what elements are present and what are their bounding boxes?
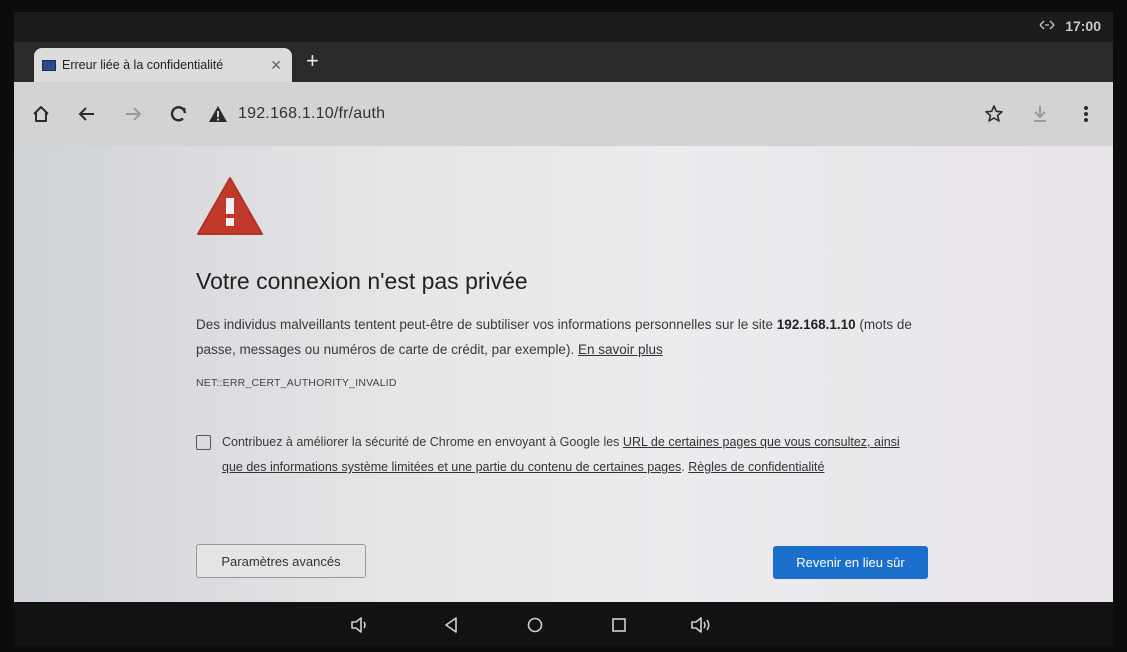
volume-down-icon[interactable] bbox=[348, 612, 374, 638]
volume-up-icon[interactable] bbox=[690, 612, 716, 638]
large-warning-icon bbox=[197, 177, 263, 235]
nav-back-icon[interactable] bbox=[438, 612, 464, 638]
back-arrow-icon[interactable] bbox=[64, 91, 110, 137]
advanced-button[interactable]: Paramètres avancés bbox=[196, 544, 366, 578]
error-code[interactable]: NET::ERR_CERT_AUTHORITY_INVALID bbox=[196, 377, 397, 389]
tab-title: Erreur liée à la confidentialité bbox=[62, 58, 224, 72]
device-frame: 17:00 Erreur liée à la confidentialité ✕… bbox=[0, 0, 1127, 652]
url-text[interactable]: 192.168.1.10/fr/auth bbox=[238, 105, 385, 123]
home-icon[interactable] bbox=[18, 91, 64, 137]
learn-more-link[interactable]: En savoir plus bbox=[578, 342, 663, 357]
system-navigation-bar bbox=[14, 602, 1113, 646]
page-favicon-icon bbox=[42, 59, 56, 71]
nav-home-icon[interactable] bbox=[522, 612, 548, 638]
optin-checkbox[interactable] bbox=[196, 435, 211, 450]
forward-arrow-icon[interactable] bbox=[110, 91, 156, 137]
toolbar-actions bbox=[971, 91, 1109, 137]
privacy-policy-link[interactable]: Règles de confidentialité bbox=[688, 460, 824, 474]
description-text-1: Des individus malveillants tentent peut-… bbox=[196, 317, 777, 332]
status-bar: 17:00 bbox=[14, 12, 1113, 42]
not-secure-warning-icon[interactable] bbox=[208, 105, 228, 123]
description-host: 192.168.1.10 bbox=[776, 317, 856, 332]
optin-text: Contribuez à améliorer la sécurité de Ch… bbox=[222, 430, 912, 480]
back-to-safety-button[interactable]: Revenir en lieu sûr bbox=[773, 546, 928, 579]
close-tab-icon[interactable]: ✕ bbox=[270, 57, 282, 74]
nav-recents-icon[interactable] bbox=[606, 612, 632, 638]
page-title: Votre connexion n'est pas privée bbox=[196, 268, 528, 294]
new-tab-button[interactable]: + bbox=[306, 50, 319, 72]
omnibox[interactable]: 192.168.1.10/fr/auth bbox=[208, 105, 971, 123]
reload-icon[interactable] bbox=[156, 91, 202, 137]
bookmark-star-icon[interactable] bbox=[971, 91, 1017, 137]
warning-description: Des individus malveillants tentent peut-… bbox=[196, 312, 916, 362]
status-time: 17:00 bbox=[1065, 18, 1101, 34]
optin-prefix: Contribuez à améliorer la sécurité de Ch… bbox=[222, 435, 623, 449]
status-area: 17:00 bbox=[1039, 18, 1101, 34]
download-icon[interactable] bbox=[1017, 91, 1063, 137]
more-menu-icon[interactable] bbox=[1063, 91, 1109, 137]
interstitial-page: Votre connexion n'est pas privée Des ind… bbox=[14, 146, 1113, 602]
network-transfer-icon bbox=[1039, 19, 1055, 34]
tab-privacy-error[interactable]: Erreur liée à la confidentialité ✕ bbox=[34, 48, 292, 82]
browser-toolbar: 192.168.1.10/fr/auth bbox=[14, 82, 1113, 146]
tab-strip: Erreur liée à la confidentialité ✕ + bbox=[14, 42, 1113, 82]
